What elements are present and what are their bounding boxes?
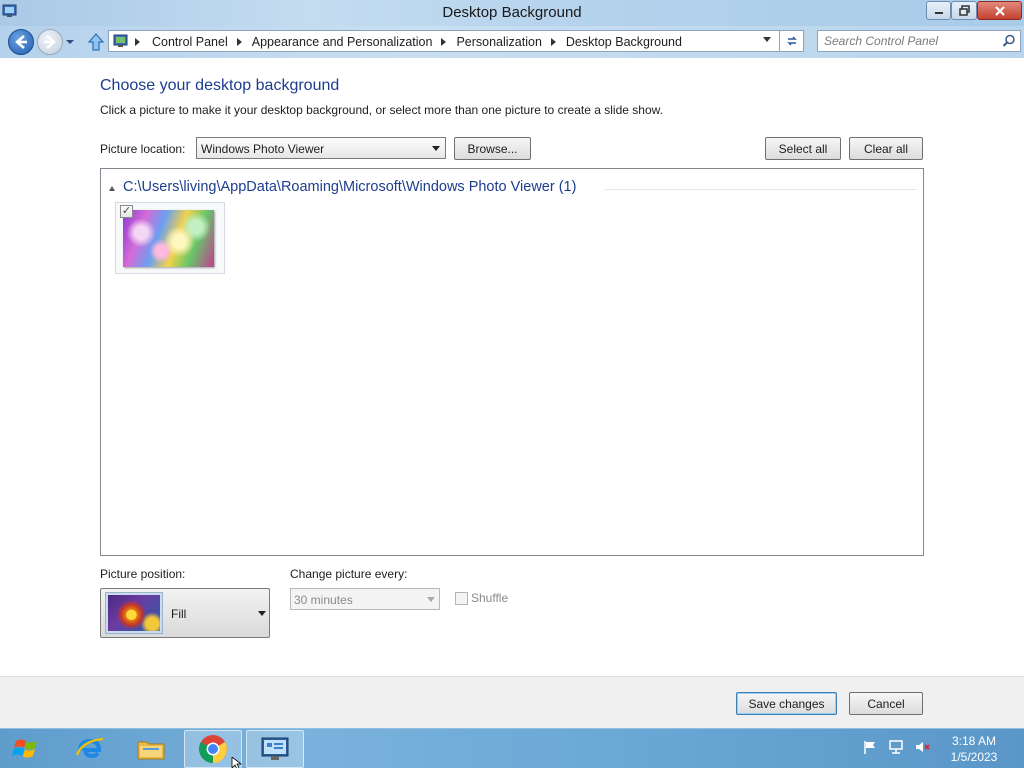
position-preview-image [108, 595, 160, 631]
close-icon [994, 5, 1005, 16]
picture-position-value: Fill [171, 607, 187, 621]
recent-pages-dropdown-icon[interactable] [64, 36, 76, 48]
volume-muted-icon[interactable] [914, 739, 930, 755]
breadcrumb-appearance[interactable]: Appearance and Personalization [252, 35, 433, 49]
clock-date: 1/5/2023 [950, 750, 998, 764]
chrome-icon [199, 735, 227, 763]
breadcrumb-desktop-background[interactable]: Desktop Background [566, 35, 682, 49]
forward-button[interactable] [37, 29, 63, 55]
group-divider [605, 189, 917, 190]
picture-position-label: Picture position: [100, 567, 186, 581]
internet-explorer-icon [75, 737, 104, 759]
select-all-button[interactable]: Select all [765, 137, 841, 160]
system-tray [862, 739, 930, 755]
mouse-cursor-icon [231, 757, 243, 768]
restore-button[interactable] [951, 1, 977, 20]
picture-location-value: Windows Photo Viewer [201, 142, 325, 156]
up-arrow-icon[interactable] [86, 31, 106, 53]
back-button[interactable] [8, 29, 34, 55]
chevron-down-icon [258, 611, 266, 616]
picture-thumbnail[interactable]: ✓ [115, 202, 225, 274]
page-heading: Choose your desktop background [100, 77, 340, 94]
footer-bar: Save changes Cancel [0, 676, 1024, 728]
thumbnail-image [123, 210, 214, 267]
address-bar[interactable]: Control Panel Appearance and Personaliza… [108, 30, 780, 52]
refresh-button[interactable] [780, 30, 804, 52]
window-title: Desktop Background [442, 4, 582, 21]
chevron-down-icon [427, 597, 435, 602]
picture-location-dropdown[interactable]: Windows Photo Viewer [196, 137, 446, 159]
control-panel-icon [261, 737, 289, 760]
address-dropdown-icon[interactable] [763, 37, 771, 42]
picture-position-dropdown[interactable]: Fill [100, 588, 270, 638]
change-picture-dropdown[interactable]: 30 minutes [290, 588, 440, 610]
clear-all-button[interactable]: Clear all [849, 137, 923, 160]
change-picture-value: 30 minutes [294, 593, 353, 607]
forward-arrow-icon [44, 35, 56, 49]
search-input[interactable] [824, 33, 996, 49]
picture-group-header[interactable]: C:\Users\living\AppData\Roaming\Microsof… [109, 179, 576, 195]
action-center-flag-icon[interactable] [862, 739, 878, 755]
breadcrumb-personalization[interactable]: Personalization [456, 35, 541, 49]
breadcrumb-separator-icon[interactable] [550, 38, 556, 46]
breadcrumb: Control Panel Appearance and Personaliza… [133, 34, 682, 50]
control-panel-icon [113, 34, 128, 47]
taskbar-internet-explorer[interactable] [61, 730, 119, 768]
browse-button[interactable]: Browse... [454, 137, 531, 160]
thumbnail-checkbox[interactable]: ✓ [120, 205, 133, 218]
position-preview [105, 592, 163, 634]
clock-time: 3:18 AM [951, 734, 997, 748]
breadcrumb-control-panel[interactable]: Control Panel [152, 35, 228, 49]
main-content: Choose your desktop background Click a p… [0, 58, 1024, 676]
navigation-bar: Control Panel Appearance and Personaliza… [0, 26, 1024, 58]
minimize-button[interactable] [926, 1, 951, 20]
title-bar: Desktop Background [0, 0, 1024, 26]
close-button[interactable] [977, 1, 1022, 20]
collapse-icon[interactable] [109, 185, 115, 191]
minimize-icon [934, 11, 943, 14]
change-picture-label: Change picture every: [290, 567, 408, 581]
picture-group-title: C:\Users\living\AppData\Roaming\Microsof… [123, 179, 577, 195]
picture-location-label: Picture location: [100, 142, 186, 156]
network-icon[interactable] [888, 739, 904, 755]
shuffle-label: Shuffle [471, 591, 509, 605]
file-explorer-icon [137, 741, 165, 760]
page-description: Click a picture to make it your desktop … [100, 103, 663, 117]
taskbar: 3:18 AM 1/5/2023 [0, 728, 1024, 768]
restore-icon [958, 5, 970, 16]
back-arrow-icon [15, 35, 27, 49]
search-box[interactable] [817, 30, 1021, 52]
refresh-icon [786, 36, 797, 46]
chevron-down-icon [432, 146, 440, 151]
breadcrumb-separator-icon[interactable] [441, 38, 447, 46]
taskbar-clock[interactable]: 3:18 AM 1/5/2023 [944, 733, 1004, 765]
start-button[interactable] [8, 733, 46, 765]
picture-gallery[interactable]: C:\Users\living\AppData\Roaming\Microsof… [100, 168, 924, 556]
breadcrumb-separator-icon[interactable] [236, 38, 242, 46]
taskbar-file-explorer[interactable] [122, 730, 180, 768]
save-changes-button[interactable]: Save changes [736, 692, 837, 715]
taskbar-control-panel[interactable] [246, 730, 304, 768]
search-icon[interactable] [1002, 34, 1016, 48]
cancel-button[interactable]: Cancel [849, 692, 923, 715]
breadcrumb-separator-icon[interactable] [135, 38, 140, 46]
shuffle-checkbox[interactable] [455, 592, 468, 605]
